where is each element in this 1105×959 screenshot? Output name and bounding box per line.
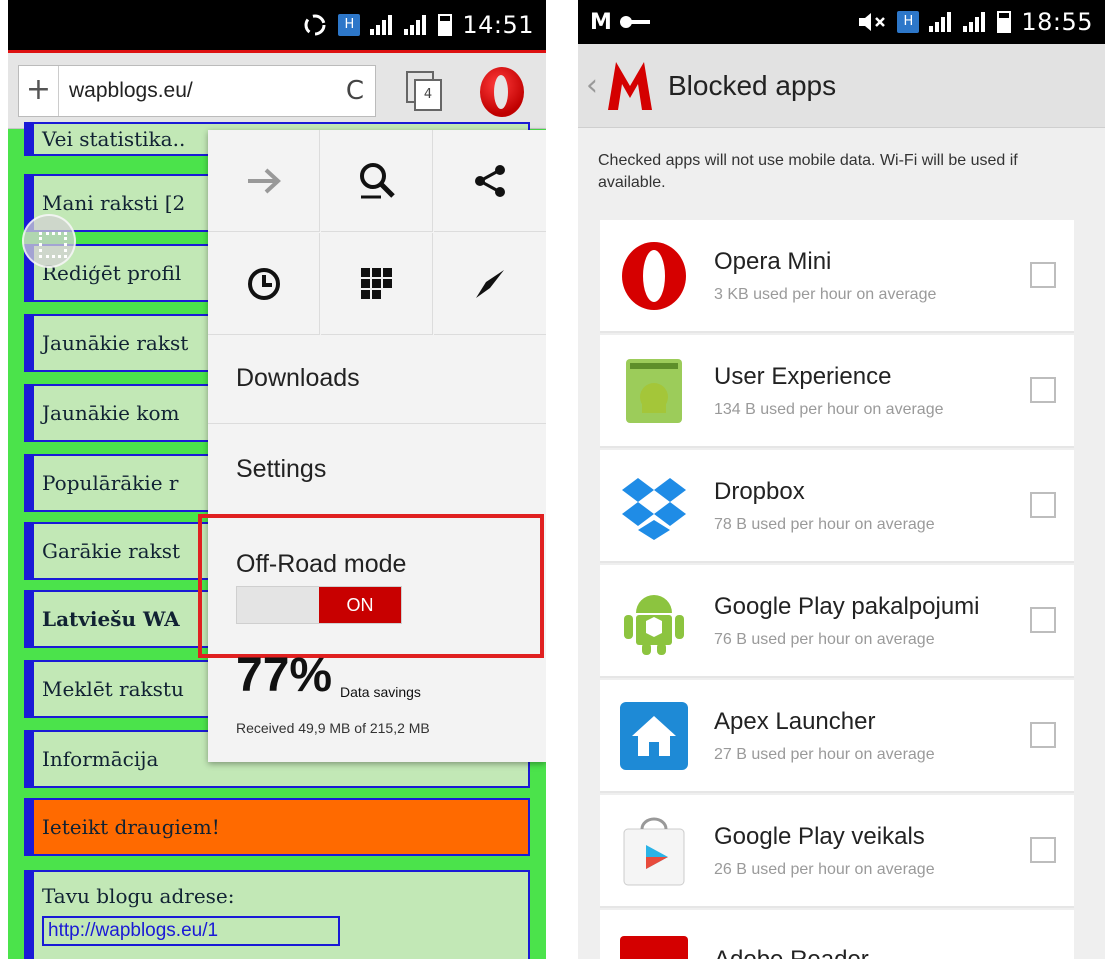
google-play-services-icon [624,595,684,655]
app-name: Apex Launcher [714,708,876,735]
key-icon [620,16,650,28]
app-checkbox[interactable] [1030,492,1056,518]
apex-launcher-icon [620,702,688,770]
app-row[interactable]: Google Play pakalpojumi 76 B used per ho… [600,565,1074,678]
left-screenshot: H 14:51 + wapblogs.eu/ C 4 Vei statistik… [8,0,546,959]
history-button[interactable] [208,233,320,335]
received-text: Received 49,9 MB of 215,2 MB [236,720,430,736]
signal-icon [370,15,394,35]
browser-toolbar: + wapblogs.eu/ C 4 [8,53,546,129]
signal-icon [929,12,953,32]
compass-icon [476,269,504,298]
speed-dial-button[interactable] [321,233,433,335]
address-bar[interactable]: + wapblogs.eu/ C [18,65,376,117]
description-text: Checked apps will not use mobile data. W… [598,152,1018,191]
savings-percent: 77% [236,649,333,702]
blog-address-label: Tavu blogu adrese: [42,884,235,908]
google-play-store-icon [623,817,685,886]
sync-icon [304,14,326,36]
app-row[interactable]: Google Play veikals 26 B used per hour o… [600,795,1074,908]
app-name: Opera Mini [714,248,832,275]
app-checkbox[interactable] [1030,722,1056,748]
status-time: 14:51 [462,11,534,39]
right-screenshot: M H 18:55 ‹ Blocked apps Checked apps wi… [578,0,1105,959]
forward-arrow-icon [247,168,281,193]
opera-menu: Downloads Settings Off-Road mode ON 77% … [198,130,546,762]
recommend-link[interactable]: Ieteikt draugiem! [24,798,530,856]
page-title: Blocked apps [668,69,837,101]
downloads-menu-item[interactable]: Downloads [208,334,546,424]
status-time: 18:55 [1021,8,1093,36]
network-badge-icon: H [897,11,920,33]
floating-action-icon[interactable] [22,214,76,268]
blog-address-link[interactable]: http://wapblogs.eu/1 [42,916,340,946]
battery-icon [997,11,1012,33]
discover-button[interactable] [434,233,546,335]
signal-sim2-icon [963,12,987,32]
new-tab-plus-icon[interactable]: + [19,66,59,116]
app-row[interactable]: Adobe Reader [600,910,1074,959]
search-icon [359,162,395,198]
menu-grid [208,130,546,335]
url-text[interactable]: wapblogs.eu/ [59,79,335,103]
app-name: User Experience [714,363,892,390]
app-checkbox[interactable] [1030,377,1056,403]
app-name: Dropbox [714,478,805,505]
app-row[interactable]: Opera Mini 3 KB used per hour on average [600,220,1074,333]
battery-icon [438,14,453,36]
opera-icon [622,242,686,310]
app-checkbox[interactable] [1030,607,1056,633]
app-notification-icon: M [590,9,612,35]
app-usage: 27 B used per hour on average [714,746,935,763]
grid-icon [360,267,392,299]
app-name: Adobe Reader [714,946,869,959]
network-badge-icon: H [338,14,361,36]
app-usage: 134 B used per hour on average [714,401,944,418]
reload-icon[interactable]: C [335,76,375,106]
settings-menu-item[interactable]: Settings [208,424,546,514]
app-usage: 78 B used per hour on average [714,516,935,533]
share-icon [475,164,505,197]
forward-button[interactable] [208,130,320,232]
app-usage: 76 B used per hour on average [714,631,935,648]
app-checkbox[interactable] [1030,262,1056,288]
savings-label: Data savings [340,684,421,700]
status-bar: M H 18:55 [578,0,1105,44]
mute-icon [859,13,886,31]
share-button[interactable] [434,130,546,232]
app-row[interactable]: Dropbox 78 B used per hour on average [600,450,1074,563]
signal-sim2-icon [404,15,428,35]
android-app-icon [626,359,682,423]
highlight-box [198,514,544,658]
clock-icon [247,267,280,300]
status-bar: H 14:51 [8,0,546,50]
app-usage: 3 KB used per hour on average [714,286,937,303]
app-row[interactable]: Apex Launcher 27 B used per hour on aver… [600,680,1074,793]
tab-count: 4 [414,79,442,111]
action-bar: ‹ Blocked apps [578,44,1105,128]
app-usage: 26 B used per hour on average [714,861,935,878]
adobe-reader-icon [620,936,688,959]
tabs-button[interactable]: 4 [406,71,444,113]
opera-menu-icon[interactable] [480,67,524,117]
back-chevron-icon[interactable]: ‹ [586,68,604,103]
app-name: Google Play veikals [714,823,925,850]
app-checkbox[interactable] [1030,837,1056,863]
blog-address-box: Tavu blogu adrese: http://wapblogs.eu/1 [24,870,530,959]
opera-max-logo-icon [608,61,652,110]
app-row[interactable]: User Experience 134 B used per hour on a… [600,335,1074,448]
dropbox-icon [622,478,686,540]
find-in-page-button[interactable] [321,130,433,232]
app-name: Google Play pakalpojumi [714,593,980,620]
